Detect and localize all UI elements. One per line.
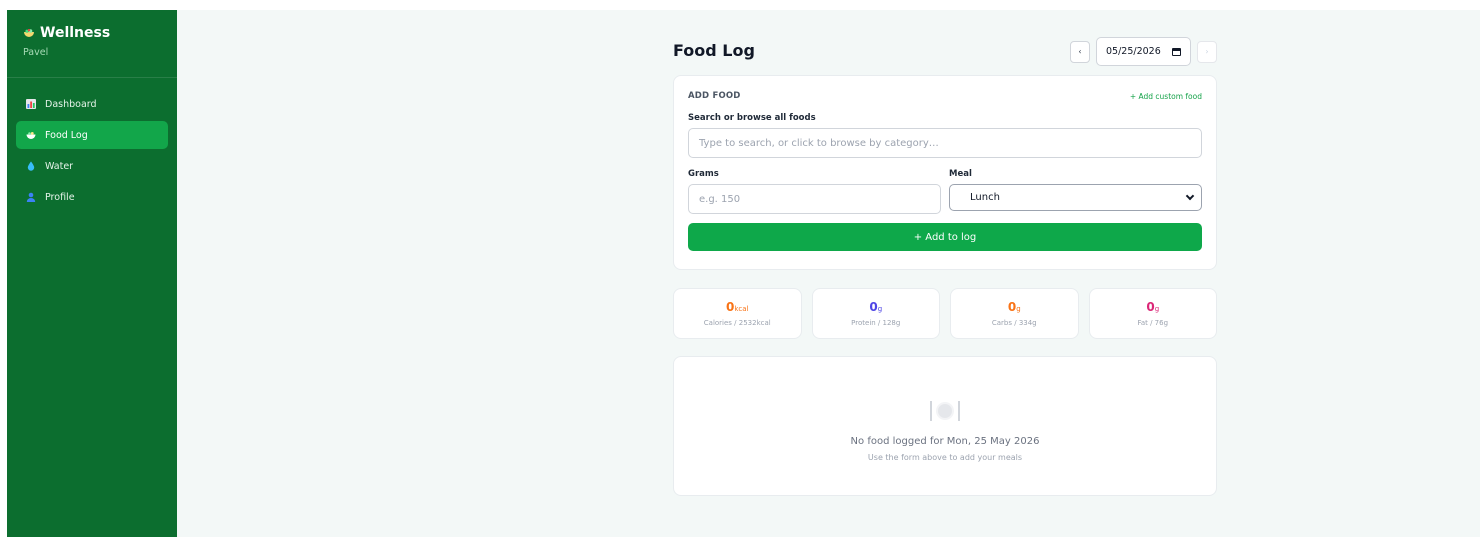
stat-value: 0g <box>869 301 882 313</box>
stat-value: 0kcal <box>726 301 749 313</box>
stat-label: Calories / 2532kcal <box>703 318 771 327</box>
sidebar-item-label: Water <box>45 160 74 172</box>
brand: Wellness Pavel <box>7 10 177 78</box>
food-search-input[interactable]: Type to search, or click to browse by ca… <box>688 128 1202 158</box>
stat-protein: 0g Protein / 128g <box>811 288 940 339</box>
sidebar-item-label: Dashboard <box>45 98 97 110</box>
sidebar-item-label: Profile <box>45 191 75 203</box>
empty-state-subtitle: Use the form above to add your meals <box>867 453 1023 462</box>
main-content: Food Log ‹ 05/25/2026 › ADD FOOD + Add c… <box>177 10 1480 537</box>
bowl-icon <box>26 132 36 139</box>
stat-label: Fat / 76g <box>1137 318 1169 327</box>
stat-number: 0 <box>1007 299 1017 314</box>
person-icon <box>26 192 36 202</box>
salad-bowl-icon <box>24 29 34 37</box>
page-header: Food Log ‹ 05/25/2026 › <box>673 10 1217 66</box>
brand-name: Wellness <box>40 25 111 41</box>
brand-title: Wellness <box>23 25 161 41</box>
empty-state-title: No food logged for Mon, 25 May 2026 <box>850 436 1040 447</box>
add-food-card: ADD FOOD + Add custom food Search or bro… <box>673 75 1217 270</box>
plate-cutlery-icon <box>930 400 960 422</box>
stat-unit: g <box>877 304 883 313</box>
sidebar: Wellness Pavel Dashboard Food Log Water … <box>7 10 177 537</box>
sidebar-item-water[interactable]: Water <box>16 152 168 180</box>
stat-fat: 0g Fat / 76g <box>1088 288 1217 339</box>
stat-carbs: 0g Carbs / 334g <box>950 288 1079 339</box>
add-to-log-button[interactable]: + Add to log <box>688 223 1202 251</box>
chevron-down-icon <box>1185 191 1195 201</box>
stat-unit: g <box>1016 304 1021 313</box>
add-custom-food-link[interactable]: + Add custom food <box>1130 92 1202 101</box>
grams-column: Grams e.g. 150 <box>688 158 941 214</box>
sidebar-item-label: Food Log <box>45 129 88 141</box>
add-food-header: ADD FOOD + Add custom food <box>688 91 1202 101</box>
meal-select-value: Lunch <box>970 192 1000 203</box>
stat-unit: kcal <box>734 304 749 313</box>
stat-value: 0g <box>1146 301 1159 313</box>
sidebar-item-profile[interactable]: Profile <box>16 183 168 211</box>
grams-input[interactable]: e.g. 150 <box>688 184 941 214</box>
food-log-content: Food Log ‹ 05/25/2026 › ADD FOOD + Add c… <box>673 10 1217 496</box>
stat-label: Protein / 128g <box>851 318 901 327</box>
stat-number: 0 <box>1146 299 1155 314</box>
user-name: Pavel <box>23 47 49 58</box>
meal-column: Meal Lunch <box>949 158 1202 214</box>
water-drop-icon <box>27 161 35 171</box>
stat-number: 0 <box>869 299 878 314</box>
stat-label: Carbs / 334g <box>991 318 1037 327</box>
sidebar-nav: Dashboard Food Log Water Profile <box>7 78 177 211</box>
nutrition-stats: 0kcal Calories / 2532kcal 0g Protein / 1… <box>673 288 1217 339</box>
grams-meal-row: Grams e.g. 150 Meal Lunch <box>688 158 1202 214</box>
stat-calories: 0kcal Calories / 2532kcal <box>673 288 802 339</box>
meal-select[interactable]: Lunch <box>949 184 1202 211</box>
sidebar-item-dashboard[interactable]: Dashboard <box>16 90 168 118</box>
date-value: 05/25/2026 <box>1106 46 1161 57</box>
calendar-icon[interactable] <box>1172 47 1181 56</box>
prev-day-button[interactable]: ‹ <box>1070 40 1090 63</box>
empty-state-card: No food logged for Mon, 25 May 2026 Use … <box>673 356 1217 496</box>
meal-label: Meal <box>949 169 972 179</box>
section-title: ADD FOOD <box>688 91 741 101</box>
next-day-button[interactable]: › <box>1197 40 1217 63</box>
date-navigation: ‹ 05/25/2026 › <box>1070 37 1217 66</box>
app-frame: Wellness Pavel Dashboard Food Log Water … <box>7 10 1480 537</box>
stat-unit: g <box>1154 304 1160 313</box>
sidebar-item-food-log[interactable]: Food Log <box>16 121 168 149</box>
bar-chart-icon <box>26 99 36 109</box>
page-title: Food Log <box>673 41 755 60</box>
date-picker[interactable]: 05/25/2026 <box>1096 37 1191 66</box>
stat-value: 0g <box>1008 301 1021 313</box>
grams-label: Grams <box>688 169 719 179</box>
search-label: Search or browse all foods <box>688 113 816 123</box>
